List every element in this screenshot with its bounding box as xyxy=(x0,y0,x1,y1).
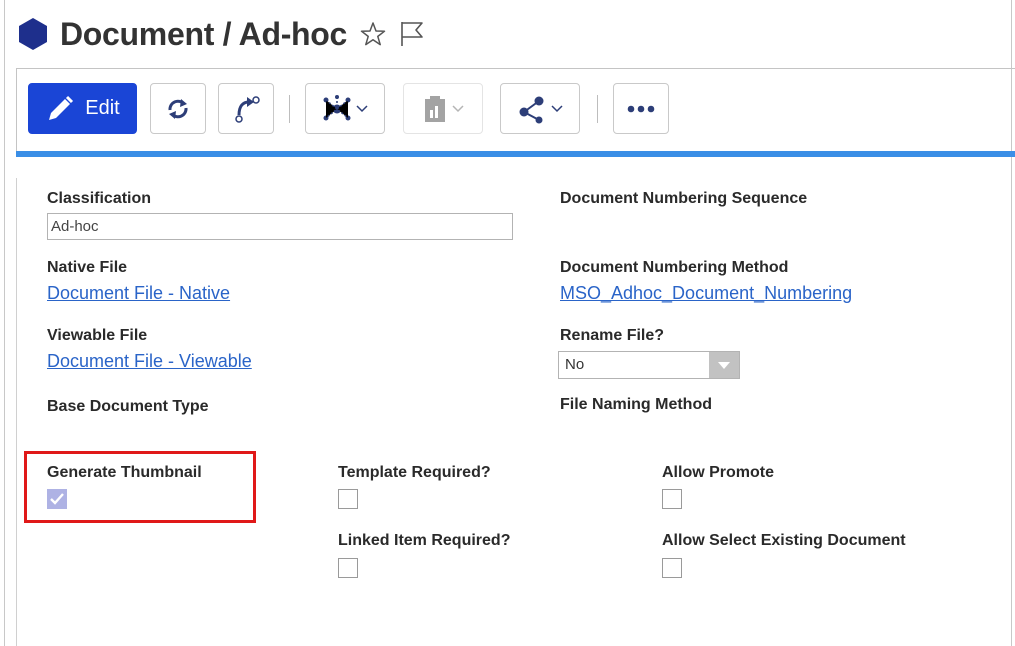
native-file-link[interactable]: Document File - Native xyxy=(47,283,230,304)
classification-label: Classification xyxy=(47,190,152,207)
rename-file-select[interactable]: No xyxy=(558,351,740,379)
pencil-icon xyxy=(49,95,74,120)
numbering-method-label: Document Numbering Method xyxy=(560,259,789,276)
edit-button-label: Edit xyxy=(85,97,120,119)
page-header: Document / Ad-hoc xyxy=(16,12,425,56)
share-icon xyxy=(519,96,544,123)
template-required-label: Template Required? xyxy=(338,464,491,481)
template-required-checkbox[interactable] xyxy=(338,489,358,509)
share-dropdown-button[interactable] xyxy=(500,83,580,134)
viewable-file-link[interactable]: Document File - Viewable xyxy=(47,351,252,372)
window-border-left xyxy=(4,0,5,646)
more-button[interactable] xyxy=(613,83,669,134)
rename-file-value: No xyxy=(565,356,585,373)
content-border xyxy=(16,178,17,646)
highlight-box xyxy=(24,451,256,523)
caret-down-icon xyxy=(718,361,730,369)
toolbar-separator xyxy=(597,95,598,123)
hexagon-icon xyxy=(19,18,47,50)
linked-item-required-checkbox[interactable] xyxy=(338,558,358,578)
dropdown-toggle[interactable] xyxy=(709,352,739,378)
file-naming-method-label: File Naming Method xyxy=(560,396,712,413)
refresh-icon xyxy=(168,98,188,119)
chevron-down-icon xyxy=(356,104,368,112)
allow-select-existing-checkbox[interactable] xyxy=(662,558,682,578)
more-icon xyxy=(627,105,655,112)
chevron-down-icon xyxy=(452,104,464,112)
numbering-method-link[interactable]: MSO_Adhoc_Document_Numbering xyxy=(560,283,852,304)
promote-icon xyxy=(235,95,260,123)
report-dropdown-button[interactable] xyxy=(403,83,483,134)
allow-promote-label: Allow Promote xyxy=(662,464,775,481)
star-icon[interactable] xyxy=(359,20,387,48)
numbering-sequence-label: Document Numbering Sequence xyxy=(560,190,808,207)
report-icon xyxy=(425,95,445,122)
toolbar-accent-bar xyxy=(16,151,1015,157)
network-dropdown-button[interactable] xyxy=(305,83,385,134)
edit-button[interactable]: Edit xyxy=(28,83,137,134)
network-icon xyxy=(323,94,351,120)
chevron-down-icon xyxy=(551,104,563,112)
classification-field[interactable]: Ad-hoc xyxy=(47,213,513,240)
refresh-button[interactable] xyxy=(150,83,206,134)
page-title: Document / Ad-hoc xyxy=(60,15,348,52)
toolbar-separator xyxy=(289,95,290,123)
base-document-type-label: Base Document Type xyxy=(47,398,209,415)
allow-promote-checkbox[interactable] xyxy=(662,489,682,509)
allow-select-existing-label: Allow Select Existing Document xyxy=(662,532,906,549)
promote-button[interactable] xyxy=(218,83,274,134)
viewable-file-label: Viewable File xyxy=(47,327,148,344)
native-file-label: Native File xyxy=(47,259,128,276)
linked-item-required-label: Linked Item Required? xyxy=(338,532,511,549)
flag-icon[interactable] xyxy=(399,20,425,48)
rename-file-label: Rename File? xyxy=(560,327,665,344)
